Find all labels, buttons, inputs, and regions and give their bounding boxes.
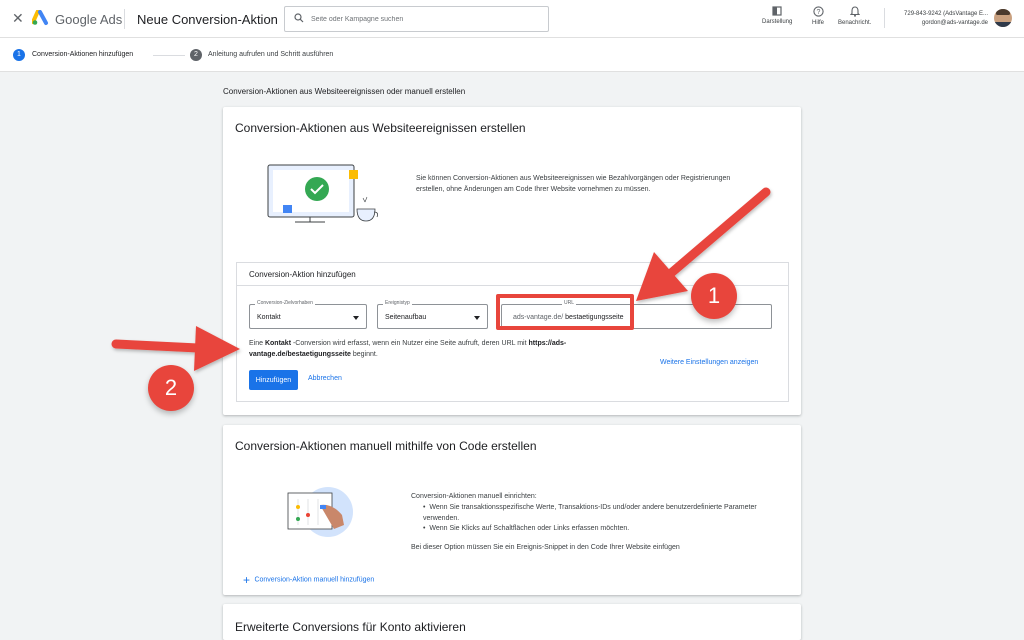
annotation-badge-1: 1 [691,273,737,319]
annotation-badge-2: 2 [148,365,194,411]
arrow-2 [111,326,240,371]
annotation-arrows [111,187,771,371]
